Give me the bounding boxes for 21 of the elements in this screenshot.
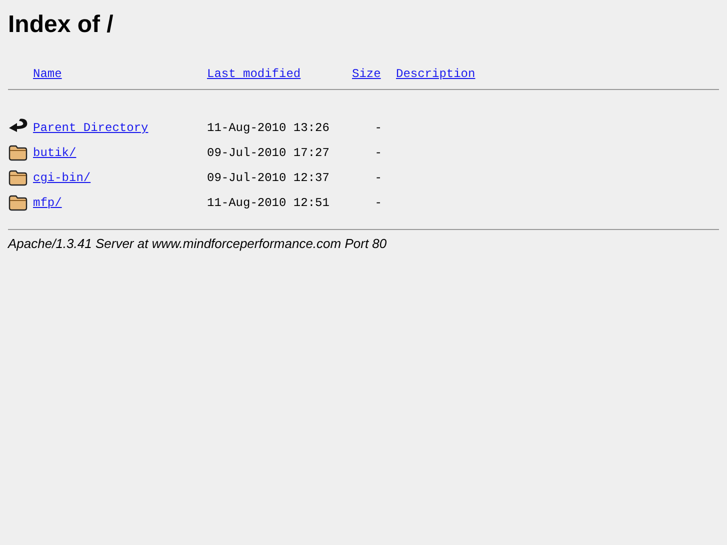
server-signature: Apache/1.3.41 Server at www.mindforceperformance.com Port 80 — [8, 236, 388, 251]
file-size: - — [374, 121, 382, 135]
column-header-link[interactable]: Size — [352, 67, 381, 81]
folder-link[interactable]: mfp/ — [33, 196, 62, 210]
folder-link[interactable]: butik/ — [33, 146, 76, 160]
column-header-link[interactable]: Last modified — [207, 67, 301, 81]
file-size: - — [374, 196, 382, 210]
page-title: Index of / — [8, 10, 114, 39]
folder-link[interactable]: cgi-bin/ — [33, 171, 91, 185]
parent-directory-link[interactable]: Parent Directory — [33, 121, 148, 135]
file-size: - — [374, 146, 382, 160]
folder-icon — [8, 170, 28, 186]
file-size: - — [374, 171, 382, 185]
column-header-link[interactable]: Description — [396, 67, 476, 81]
folder-icon — [8, 195, 28, 211]
modified-date: 11-Aug-2010 13:26 — [207, 121, 330, 135]
folder-icon — [8, 145, 28, 161]
column-header-link[interactable]: Name — [33, 67, 62, 81]
modified-date: 11-Aug-2010 12:51 — [207, 196, 330, 210]
modified-date: 09-Jul-2010 17:27 — [207, 146, 330, 160]
modified-date: 09-Jul-2010 12:37 — [207, 171, 330, 185]
